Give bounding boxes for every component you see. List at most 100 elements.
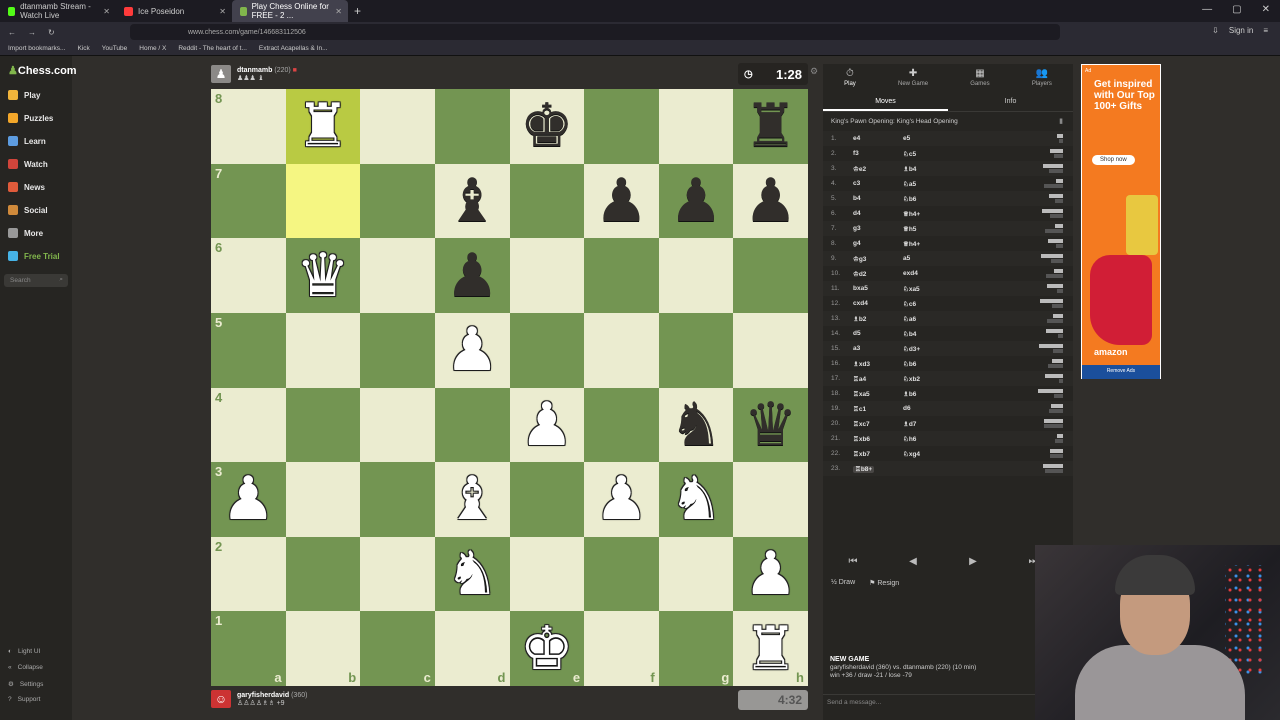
square-e5[interactable] [509, 312, 585, 388]
white-pawn-icon[interactable]: ♟ [445, 320, 499, 380]
bookmark-item[interactable]: Extract Acapellas & In... [259, 45, 328, 52]
white-move[interactable]: ♗b2 [853, 316, 866, 323]
white-knight-icon[interactable]: ♞ [669, 469, 723, 529]
square-e6[interactable] [509, 238, 585, 313]
tab-new-game[interactable]: ✚ New Game [898, 68, 928, 94]
square-c8[interactable] [360, 89, 435, 164]
square-g1[interactable]: g [658, 611, 734, 686]
subtab-moves[interactable]: Moves [823, 94, 948, 111]
black-pawn-icon[interactable]: ♟ [595, 171, 649, 231]
black-move[interactable]: exd4 [903, 270, 963, 277]
black-move[interactable]: ♘xb2 [903, 375, 963, 383]
sidebar-search-input[interactable]: Search ⌕ [4, 274, 68, 287]
white-move[interactable]: g4 [853, 240, 861, 247]
square-b2[interactable] [285, 536, 361, 612]
white-move[interactable]: ♖xb6 [853, 436, 870, 443]
white-move[interactable]: ♖b8+ [853, 465, 875, 473]
square-a6[interactable]: 6 [211, 238, 286, 313]
remove-ads-button[interactable]: Remove Ads [1082, 365, 1160, 379]
square-a1[interactable]: 1a [211, 611, 286, 686]
white-bishop-icon[interactable]: ♝ [445, 469, 499, 529]
white-move[interactable]: ♔g3 [853, 256, 866, 263]
black-bishop-icon[interactable]: ♝ [445, 171, 499, 231]
player-name[interactable]: dtanmamb (220) ■ [237, 67, 297, 74]
close-window-icon[interactable]: ✕ [1262, 4, 1270, 15]
black-queen-icon[interactable]: ♛ [744, 395, 798, 455]
square-a4[interactable]: 4 [211, 387, 286, 463]
browser-tab-3[interactable]: Play Chess Online for FREE - 2 ... ✕ [232, 0, 348, 22]
white-move[interactable]: g3 [853, 225, 861, 232]
url-bar[interactable]: www.chess.com/game/146683112506 [130, 24, 1060, 40]
board-settings-icon[interactable]: ⚙ [810, 66, 818, 77]
square-f7[interactable]: ♟ [584, 163, 659, 239]
black-move[interactable]: ♘b6 [903, 360, 963, 368]
square-e2[interactable] [509, 536, 585, 612]
square-f2[interactable] [584, 536, 659, 612]
square-h2[interactable]: ♟ [733, 536, 808, 612]
square-g4[interactable]: ♞ [658, 387, 734, 463]
black-move[interactable]: ♘c6 [903, 300, 963, 308]
white-knight-icon[interactable]: ♞ [445, 544, 499, 604]
black-move[interactable]: ♘a5 [903, 180, 963, 188]
white-move[interactable]: ♖xc7 [853, 421, 870, 428]
white-move[interactable]: ♖xa5 [853, 391, 870, 398]
square-e3[interactable] [509, 462, 585, 537]
black-pawn-icon[interactable]: ♟ [669, 171, 723, 231]
white-move[interactable]: ♖a4 [853, 376, 866, 383]
square-c7[interactable] [360, 163, 435, 239]
book-icon[interactable]: ▮ [1059, 117, 1063, 125]
square-f5[interactable] [584, 312, 659, 388]
tab-games[interactable]: ▦ Games [970, 68, 989, 94]
settings-link[interactable]: ⚙ Settings [8, 680, 43, 689]
collapse-button[interactable]: « Collapse [8, 664, 43, 671]
close-tab-icon[interactable]: ✕ [103, 7, 110, 16]
avatar[interactable]: ♟ [211, 65, 231, 83]
square-d2[interactable]: ♞ [434, 536, 510, 612]
black-move[interactable]: d6 [903, 405, 963, 412]
white-pawn-icon[interactable]: ♟ [595, 469, 649, 529]
black-king-icon[interactable]: ♚ [520, 96, 574, 156]
black-move[interactable]: ♕h4+ [903, 240, 963, 248]
square-b4[interactable] [285, 387, 361, 463]
square-g7[interactable]: ♟ [658, 163, 734, 239]
square-a2[interactable]: 2 [211, 536, 286, 612]
reload-icon[interactable]: ↻ [48, 28, 55, 37]
tab-players[interactable]: 👥 Players [1032, 68, 1052, 94]
square-h6[interactable] [733, 238, 808, 313]
square-g5[interactable] [658, 312, 734, 388]
black-rook-icon[interactable]: ♜ [744, 96, 798, 156]
square-d5[interactable]: ♟ [434, 312, 510, 388]
square-a8[interactable]: 8 [211, 89, 286, 164]
maximize-icon[interactable]: ▢ [1232, 4, 1241, 15]
square-d7[interactable]: ♝ [434, 163, 510, 239]
square-c1[interactable]: c [360, 611, 435, 686]
tab-play[interactable]: ⏱ Play [844, 68, 856, 94]
square-g2[interactable] [658, 536, 734, 612]
square-d1[interactable]: d [434, 611, 510, 686]
white-king-icon[interactable]: ♚ [520, 619, 574, 679]
sidebar-item-puzzles[interactable]: Puzzles [8, 113, 53, 123]
prev-move-button[interactable]: ◀ [893, 551, 933, 571]
bookmark-item[interactable]: Import bookmarks... [8, 45, 65, 52]
black-pawn-icon[interactable]: ♟ [744, 171, 798, 231]
white-move[interactable]: ♖xb7 [853, 451, 870, 458]
white-move[interactable]: b4 [853, 195, 861, 202]
square-e4[interactable]: ♟ [509, 387, 585, 463]
support-link[interactable]: ? Support [8, 696, 40, 703]
sign-in-button[interactable]: Sign in [1229, 26, 1253, 35]
square-f1[interactable]: f [584, 611, 659, 686]
white-move[interactable]: a3 [853, 345, 860, 352]
black-move[interactable]: ♘a6 [903, 315, 963, 323]
square-d4[interactable] [434, 387, 510, 463]
black-move[interactable]: ♘b6 [903, 195, 963, 203]
sidebar-item-play[interactable]: Play [8, 90, 40, 100]
back-icon[interactable]: ← [8, 28, 16, 37]
square-f8[interactable] [584, 89, 659, 164]
bookmark-item[interactable]: Reddit - The heart of t... [178, 45, 247, 52]
close-tab-icon[interactable]: ✕ [335, 7, 342, 16]
draw-button[interactable]: ½ Draw [831, 579, 855, 587]
black-move[interactable]: ♘c5 [903, 150, 963, 158]
square-h1[interactable]: h ♜ [733, 611, 808, 686]
white-move[interactable]: ♖c1 [853, 406, 866, 413]
white-move[interactable]: d4 [853, 210, 861, 217]
